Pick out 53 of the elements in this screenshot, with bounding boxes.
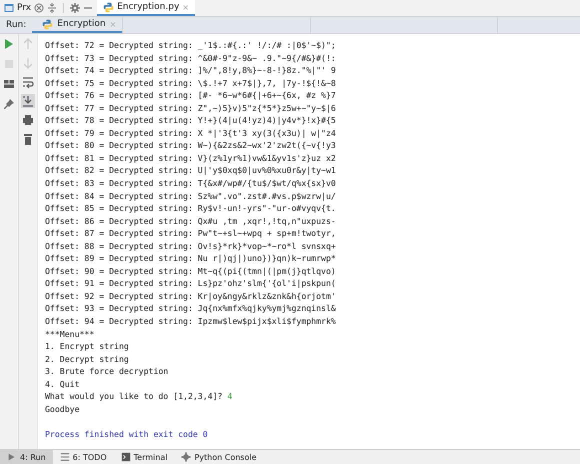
pin-icon[interactable] xyxy=(2,97,16,111)
tool-window-tab[interactable]: 6: TODO xyxy=(52,450,114,464)
exit-message: Process finished with exit code 0 xyxy=(45,428,208,439)
collapse-icon[interactable] xyxy=(47,3,58,13)
typed-answer-text: 4 xyxy=(227,391,232,402)
console-line: Offset: 79 = Decrypted string: X *|'3{t'3 xy(3({x3u)| w|"z4 xyxy=(45,128,336,138)
run-icon xyxy=(7,452,17,462)
project-icon[interactable] xyxy=(4,3,14,13)
console-line: Offset: 83 = Decrypted string: T{&x#/wp#/{tu$/$wt/q%x{sx}v0 xyxy=(45,178,336,188)
tool-window-tab[interactable]: Terminal xyxy=(114,450,174,464)
console-line: 1. Encrypt string xyxy=(45,341,129,352)
console-line: 4. Quit xyxy=(45,378,80,389)
console-line: Offset: 82 = Decrypted string: U|'y$0xq$0|uv%0%xu0r&y|ty~w1 xyxy=(45,165,336,176)
console-line: Offset: 89 = Decrypted string: Nu r|)qj|)uno})}qn)k~rumrwp* xyxy=(45,253,336,264)
file-tab[interactable]: Encryption.py × xyxy=(97,0,195,16)
console-line: Offset: 88 = Decrypted string: Ov!s}*rk}*vop~*~ro*l svnsxq+ xyxy=(45,240,336,251)
console-line: Offset: 74 = Decrypted string: ]%/",8!y,8%}~-8-!}8z."%|"' 9 xyxy=(45,65,336,76)
console-line: Offset: 84 = Decrypted string: Sz%w".vo".zst#.#vs.p$wzrw|u/ xyxy=(45,190,336,201)
tool-window-tab[interactable]: Python Console xyxy=(174,450,264,464)
console-line: Offset: 75 = Decrypted string: \$.!+7 x+7$|},7, |7y-!${!&~8 xyxy=(45,78,336,88)
console-line: Offset: 76 = Decrypted string: [#- *6~w*6#{|+6+~{6x, #z %}7 xyxy=(45,90,336,100)
python-icon xyxy=(103,2,114,12)
scroll-to-end-icon[interactable] xyxy=(21,94,35,108)
console-line: Offset: 80 = Decrypted string: W~){&2zs&2~wx'2'zw2t({~v{!y3 xyxy=(45,140,336,150)
list-icon xyxy=(60,452,70,462)
console-line: Offset: 72 = Decrypted string: _'1$.:#{.:' !/:/# :|0$'~$)"; xyxy=(45,40,336,50)
console-line: Offset: 87 = Decrypted string: Pw"t~+sl~+wpq + sp+m!twotyr, xyxy=(45,228,336,238)
run-label: Run: xyxy=(5,19,28,32)
layout-icon[interactable] xyxy=(2,77,16,91)
trash-icon[interactable] xyxy=(21,132,35,146)
console-line: 3. Brute force decryption xyxy=(45,366,168,376)
console-line: 2. Decrypt string xyxy=(45,354,129,364)
console-line: Offset: 91 = Decrypted string: Ls}pz'ohz'slm{'{ol'i|pskpun( xyxy=(45,278,336,288)
console-line: Offset: 85 = Decrypted string: Ry$v!-un!-yrs"-"ur-o#vyqv{t. xyxy=(45,203,336,214)
console-prompt: What would you like to do [1,2,3,4]? xyxy=(45,391,222,402)
console-line: Offset: 81 = Decrypted string: V}(z%1yr%1)vw&1&yv1s'z}uz x2 xyxy=(45,152,336,163)
console-line: Offset: 94 = Decrypted string: Ipzmw$lew$pijx$xli$fymphmrk% xyxy=(45,316,336,326)
console-line: Offset: 90 = Decrypted string: Mt~q{(pi{(tmn|(|pm(j}qtlqvo) xyxy=(45,266,336,276)
console-line: ***Menu*** xyxy=(45,328,94,339)
console-line: Offset: 93 = Decrypted string: Jq{nx%mfx%qjky%ymj%gznqinsl& xyxy=(45,303,336,314)
tool-window-tab[interactable]: 4: Run xyxy=(0,450,53,464)
console-line: Offset: 78 = Decrypted string: Y!+}(4|u(4!yz)4)|y4v*}!x}#{5 xyxy=(45,115,336,126)
target-icon[interactable] xyxy=(34,3,44,13)
console-line: Offset: 73 = Decrypted string: ^&0#-9"z-9&~ .9."~9{/#&}#(!: xyxy=(45,52,336,63)
console-line: Goodbye xyxy=(45,404,80,414)
python-icon xyxy=(42,18,54,30)
console-line: Offset: 92 = Decrypted string: Kr|oy&ngy&rklz&znk&h{orjotm' xyxy=(45,290,336,301)
console-line: Offset: 77 = Decrypted string: Z",~)5}v)5"z{*5*}z5w+~"y~$|6 xyxy=(45,102,336,113)
terminal-icon xyxy=(120,452,131,462)
settings-icon[interactable] xyxy=(70,3,80,13)
soft-wrap-icon[interactable] xyxy=(21,75,35,89)
project-label[interactable]: Prx xyxy=(17,3,32,13)
console-line: Offset: 86 = Decrypted string: Qx#u ,tm ,xqr!,!tq,n"uxpuzs- xyxy=(45,216,336,226)
